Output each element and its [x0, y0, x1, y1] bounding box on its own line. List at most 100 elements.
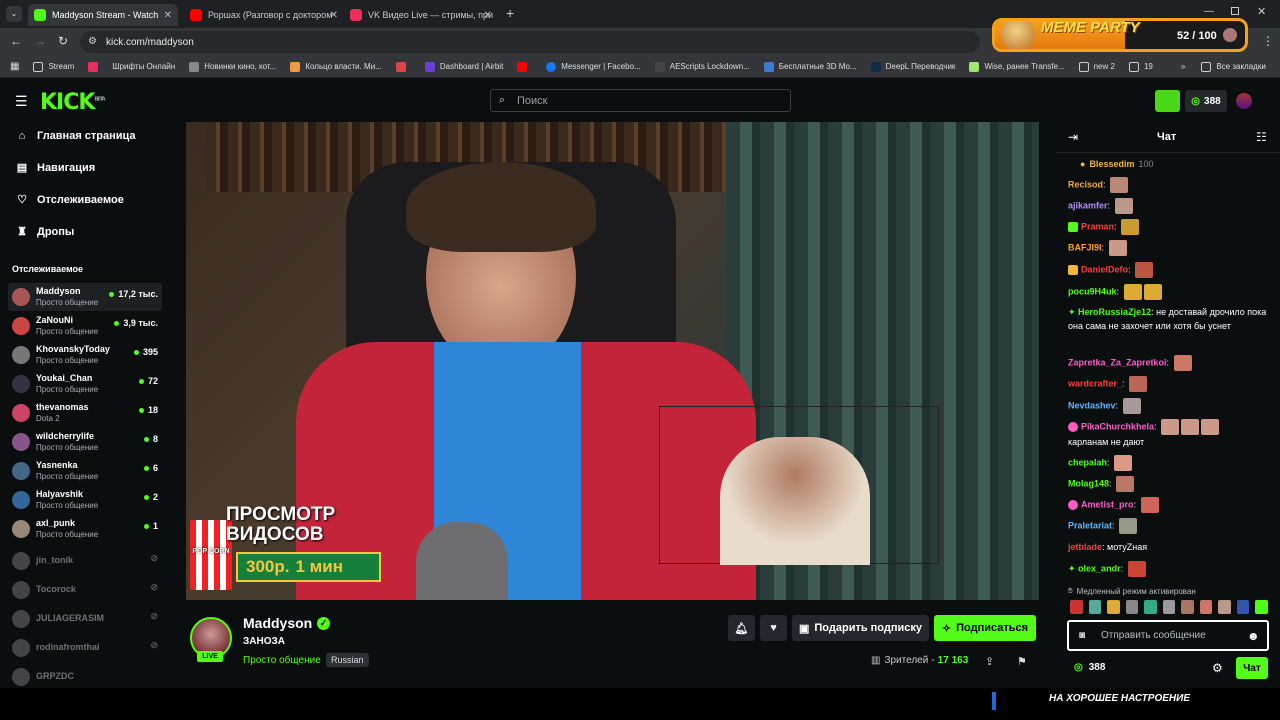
chat-username[interactable]: Nevdashev — [1068, 400, 1116, 410]
bookmark-messenger[interactable]: Messenger | Facebo... — [546, 61, 641, 72]
chat-username[interactable]: Recisod — [1068, 179, 1103, 189]
search-input[interactable]: ⌕ Поиск — [490, 89, 791, 112]
bookmark-fonts[interactable]: Шрифты Онлайн — [112, 62, 175, 71]
chat-users-icon[interactable]: ☷ — [1256, 130, 1267, 144]
chat-settings-icon[interactable]: ⚙ — [1212, 661, 1223, 675]
apps-icon[interactable]: ▦ — [10, 61, 19, 72]
bookmark-new2[interactable]: new 2 — [1078, 61, 1115, 72]
tab-vk-video[interactable]: VK Видео Live — стримы, при ✕ — [344, 4, 498, 26]
following-channel-youkai-chan[interactable]: Youkai_Chan Просто общение 72 — [8, 370, 162, 398]
emote[interactable] — [1125, 600, 1139, 614]
streamer-name[interactable]: Maddyson — [243, 615, 312, 631]
emote[interactable] — [1070, 600, 1083, 614]
chat-username[interactable]: Zapretka_Za_Zapretkoi — [1068, 357, 1167, 367]
chat-username[interactable]: Praman — [1081, 221, 1114, 231]
reload-icon[interactable]: ↻ — [58, 34, 68, 48]
chat-username[interactable]: DanielDefo — [1081, 264, 1128, 274]
emote[interactable] — [1088, 600, 1102, 614]
following-channel-jin-tonik[interactable]: jin_tonik ⊘ — [8, 547, 162, 575]
more-bookmarks-icon[interactable]: » — [1181, 62, 1185, 71]
following-channel-maddyson[interactable]: Maddyson Просто общение 17,2 тыс. — [8, 283, 162, 311]
site-info-icon[interactable]: ⚙ — [88, 36, 97, 47]
close-tab-icon[interactable]: ✕ — [330, 10, 338, 21]
chat-username[interactable]: BAFJI9I — [1068, 242, 1102, 252]
tab-search-button[interactable]: ⌄ — [6, 6, 22, 22]
following-channel-grpzdc[interactable]: GRPZDC — [8, 663, 162, 691]
nav-following[interactable]: ♡ Отслеживаемое — [16, 194, 124, 206]
close-window-icon[interactable]: ✕ — [1257, 5, 1266, 18]
following-channel-axl-punk[interactable]: axl_punk Просто общение 1 — [8, 515, 162, 543]
bookmark-19[interactable]: 19 — [1128, 61, 1153, 72]
chat-username[interactable]: wardcrafter_ — [1068, 378, 1122, 388]
all-bookmarks[interactable]: Все закладки — [1201, 61, 1266, 72]
chat-points[interactable]: ◎ 388 — [1074, 662, 1105, 673]
bookmark-stream[interactable]: Stream — [33, 61, 74, 72]
bookmark-aescripts[interactable]: AEScripts Lockdown... — [654, 61, 750, 72]
points-button[interactable]: ◎ 388 — [1185, 90, 1227, 112]
bookmark-wise[interactable]: Wise, ранее Transfe... — [969, 61, 1065, 72]
bookmark-movies[interactable]: Новинки кино, кот... — [189, 61, 276, 72]
following-channel-khovanskytoday[interactable]: KhovanskyToday Просто общение 395 — [8, 341, 162, 369]
chat-username[interactable]: pocu9H4uk — [1068, 286, 1117, 296]
follow-heart-button[interactable]: ♥ — [760, 615, 787, 641]
following-channel-rodinafromthai[interactable]: rodinafromthai ⊘ — [8, 634, 162, 662]
following-channel-yasnenka[interactable]: Yasnenka Просто общение 6 — [8, 457, 162, 485]
chat-message-input[interactable]: ◙ Отправить сообщение ☻ — [1067, 620, 1269, 651]
chat-username[interactable]: Ametist_pro — [1081, 499, 1134, 509]
bookmark-gmail[interactable] — [395, 61, 411, 72]
following-channel-juliagerasim[interactable]: JULIAGERASIM ⊘ — [8, 605, 162, 633]
chat-username[interactable]: Molag148 — [1068, 478, 1109, 488]
following-channel-wildcherrylife[interactable]: wildcherrylife Просто общение 8 — [8, 428, 162, 456]
stream-category[interactable]: Просто общение — [243, 655, 321, 666]
profile-avatar[interactable] — [1236, 93, 1252, 109]
gift-sub-button[interactable]: ▣ Подарить подписку — [792, 615, 929, 641]
language-tag[interactable]: Russian — [326, 653, 369, 667]
kick-logo[interactable]: KICKBETA — [40, 90, 106, 115]
browser-menu-icon[interactable]: ⋮ — [1262, 34, 1274, 48]
bookmark-deepl[interactable]: DeepL Переводчик — [870, 61, 955, 72]
emote[interactable] — [1181, 600, 1194, 614]
emote[interactable] — [1162, 600, 1176, 614]
new-tab-button[interactable]: + — [506, 5, 514, 21]
following-channel-thevanomas[interactable]: thevanomas Dota 2 18 — [8, 399, 162, 427]
chat-username[interactable]: ajikamfer — [1068, 200, 1108, 210]
collapse-chat-icon[interactable]: ⇥ — [1068, 130, 1078, 144]
url-input[interactable]: ⚙ kick.com/maddyson — [80, 31, 980, 53]
subscribe-button[interactable]: ✧ Подписаться — [934, 615, 1036, 641]
following-channel-tocorock[interactable]: Tocorock ⊘ — [8, 576, 162, 604]
back-icon[interactable]: ← — [10, 34, 22, 48]
emote[interactable] — [1218, 600, 1231, 614]
nav-browse[interactable]: ▤ Навигация — [16, 162, 95, 174]
chat-send-button[interactable]: Чат — [1236, 657, 1268, 679]
nav-drops[interactable]: ♜ Дропы — [16, 226, 74, 238]
emote[interactable] — [1144, 600, 1157, 614]
close-tab-icon[interactable]: ✕ — [484, 10, 492, 21]
bookmark-rings[interactable]: Кольцо власти. Ми... — [290, 61, 382, 72]
chat-username[interactable]: Praletariat — [1068, 520, 1112, 530]
bookmark-airbit[interactable]: Dashboard | Airbit — [424, 61, 503, 72]
report-icon[interactable]: ⚑ — [1017, 655, 1027, 668]
emote[interactable] — [1255, 600, 1269, 614]
following-channel-halyavshik[interactable]: Halyavshik Просто общение 2 — [8, 486, 162, 514]
hamburger-menu-icon[interactable]: ☰ — [15, 93, 28, 110]
forward-icon[interactable]: → — [34, 34, 46, 48]
drops-icon[interactable] — [1155, 90, 1180, 112]
chat-username[interactable]: PikaChurchkhela — [1081, 421, 1154, 431]
emote[interactable] — [1107, 600, 1120, 614]
minimize-icon[interactable]: — — [1204, 6, 1214, 17]
chat-username[interactable]: HeroRussiaZje12 — [1078, 307, 1151, 317]
share-icon[interactable]: ⇪ — [985, 655, 994, 668]
chat-username[interactable]: chepalah — [1068, 457, 1107, 467]
notifications-button[interactable]: 🔔︎ — [728, 615, 755, 641]
tab-rorschach[interactable]: Роршах (Разговор с доктором ✕ — [184, 4, 344, 26]
tab-maddyson[interactable]: Maddyson Stream - Watch ✕ — [28, 4, 178, 26]
emote[interactable] — [1199, 600, 1213, 614]
maximize-icon[interactable] — [1231, 7, 1239, 15]
chat-username[interactable]: jetblade — [1068, 542, 1102, 552]
nav-home[interactable]: ⌂ Главная страница — [16, 130, 136, 142]
following-channel-zanouni[interactable]: ZaNouNi Просто общение 3,9 тыс. — [8, 312, 162, 340]
emote[interactable] — [1236, 600, 1250, 614]
emote-strip[interactable] — [1068, 600, 1269, 616]
emoji-icon[interactable]: ☻ — [1247, 629, 1260, 643]
close-tab-icon[interactable]: ✕ — [164, 10, 172, 21]
